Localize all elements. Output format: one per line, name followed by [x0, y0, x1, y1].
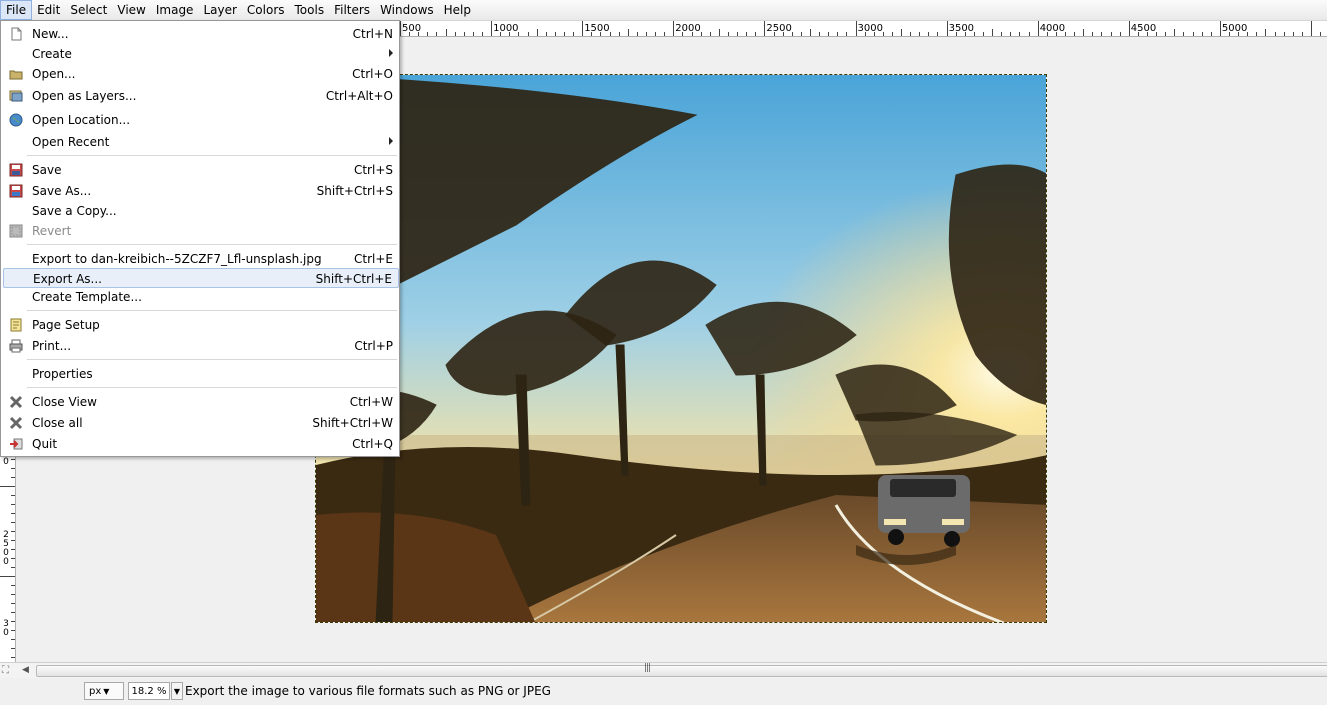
menu-file[interactable]: File: [0, 0, 33, 20]
open-layers-icon: [9, 90, 23, 102]
revert-icon: [9, 224, 23, 238]
menu-tools[interactable]: Tools: [290, 0, 330, 20]
ruler-label: 3000: [858, 23, 883, 34]
menu-separator: [27, 244, 397, 245]
zoom-input[interactable]: 18.2 %: [128, 682, 170, 700]
file-menu-dropdown: New... Ctrl+N Create Open... Ctrl+O Open…: [0, 20, 400, 457]
photo-landscape: [316, 75, 1046, 622]
statusbar: px ▼ 18.2 % ▼ Export the image to various…: [0, 678, 1327, 705]
menuitem-create-template[interactable]: Create Template...: [3, 287, 399, 307]
chevron-down-icon: ▼: [103, 687, 110, 696]
menuitem-open-recent[interactable]: Open Recent: [3, 132, 399, 152]
scrollbar-grip-icon: |||: [644, 663, 651, 673]
menuitem-new[interactable]: New... Ctrl+N: [3, 24, 399, 44]
save-icon: [9, 163, 23, 177]
menuitem-close-view[interactable]: Close View Ctrl+W: [3, 392, 399, 412]
horizontal-scrollbar[interactable]: ⛶ ◀ |||: [0, 662, 1327, 678]
menu-windows[interactable]: Windows: [375, 0, 439, 20]
menuitem-export-to[interactable]: Export to dan-kreibich--5ZCZF7_Lfl-unspl…: [3, 249, 399, 269]
menubar: File Edit Select View Image Layer Colors…: [0, 0, 1327, 21]
ruler-label: 4000: [1040, 23, 1065, 34]
vruler-label: 0: [3, 457, 9, 467]
chevron-down-icon: ▼: [173, 687, 181, 696]
ruler-label: 2000: [675, 23, 700, 34]
menu-colors[interactable]: Colors: [242, 0, 290, 20]
menu-select[interactable]: Select: [65, 0, 112, 20]
ruler-label: 5000: [1222, 23, 1247, 34]
save-as-icon: [9, 184, 23, 198]
menuitem-save-a-copy[interactable]: Save a Copy...: [3, 201, 399, 221]
ruler-label: 1000: [493, 23, 518, 34]
menu-layer[interactable]: Layer: [198, 0, 241, 20]
page-setup-icon: [10, 318, 22, 332]
menuitem-close-all[interactable]: Close all Shift+Ctrl+W: [3, 413, 399, 433]
close-icon: [9, 395, 23, 409]
menuitem-revert[interactable]: Revert: [3, 221, 399, 241]
menuitem-page-setup[interactable]: Page Setup: [3, 315, 399, 335]
scroll-left-arrow-icon[interactable]: ◀: [22, 665, 29, 675]
menuitem-print[interactable]: Print... Ctrl+P: [3, 336, 399, 356]
ruler-label: 3500: [949, 23, 974, 34]
submenu-arrow-icon: [389, 49, 393, 57]
close-icon: [9, 416, 23, 430]
unit-select[interactable]: px ▼: [84, 682, 124, 700]
submenu-arrow-icon: [389, 137, 393, 145]
ruler-label: 500: [402, 23, 421, 34]
menu-separator: [27, 387, 397, 388]
vruler-label: 0: [3, 557, 9, 567]
menuitem-create[interactable]: Create: [3, 44, 399, 64]
scrollbar-thumb[interactable]: [36, 665, 1327, 677]
image-canvas[interactable]: [315, 74, 1047, 623]
menuitem-open-as-layers[interactable]: Open as Layers... Ctrl+Alt+O: [3, 86, 399, 106]
status-message: Export the image to various file formats…: [185, 684, 551, 698]
menu-image[interactable]: Image: [151, 0, 199, 20]
quit-icon: [10, 438, 23, 450]
ruler-label: 1500: [584, 23, 609, 34]
menuitem-properties[interactable]: Properties: [3, 364, 399, 384]
ruler-label: 4500: [1131, 23, 1156, 34]
printer-icon: [9, 339, 23, 353]
open-folder-icon: [9, 70, 23, 80]
menuitem-open-location[interactable]: Open Location...: [3, 110, 399, 130]
ruler-label: 2500: [766, 23, 791, 34]
menu-separator: [27, 155, 397, 156]
menuitem-open[interactable]: Open... Ctrl+O: [3, 64, 399, 84]
navigate-icon[interactable]: ⛶: [2, 665, 9, 676]
menuitem-quit[interactable]: Quit Ctrl+Q: [3, 434, 399, 454]
menu-view[interactable]: View: [112, 0, 150, 20]
vruler-label: 0: [3, 628, 9, 638]
globe-icon: [9, 113, 23, 127]
new-document-icon: [11, 27, 22, 41]
zoom-dropdown-button[interactable]: ▼: [171, 682, 183, 700]
menu-edit[interactable]: Edit: [32, 0, 65, 20]
menu-filters[interactable]: Filters: [329, 0, 375, 20]
menu-separator: [27, 310, 397, 311]
menuitem-save-as[interactable]: Save As... Shift+Ctrl+S: [3, 181, 399, 201]
menu-separator: [27, 359, 397, 360]
menu-help[interactable]: Help: [439, 0, 476, 20]
menuitem-export-as[interactable]: Export As... Shift+Ctrl+E: [3, 268, 399, 288]
menuitem-save[interactable]: Save Ctrl+S: [3, 160, 399, 180]
